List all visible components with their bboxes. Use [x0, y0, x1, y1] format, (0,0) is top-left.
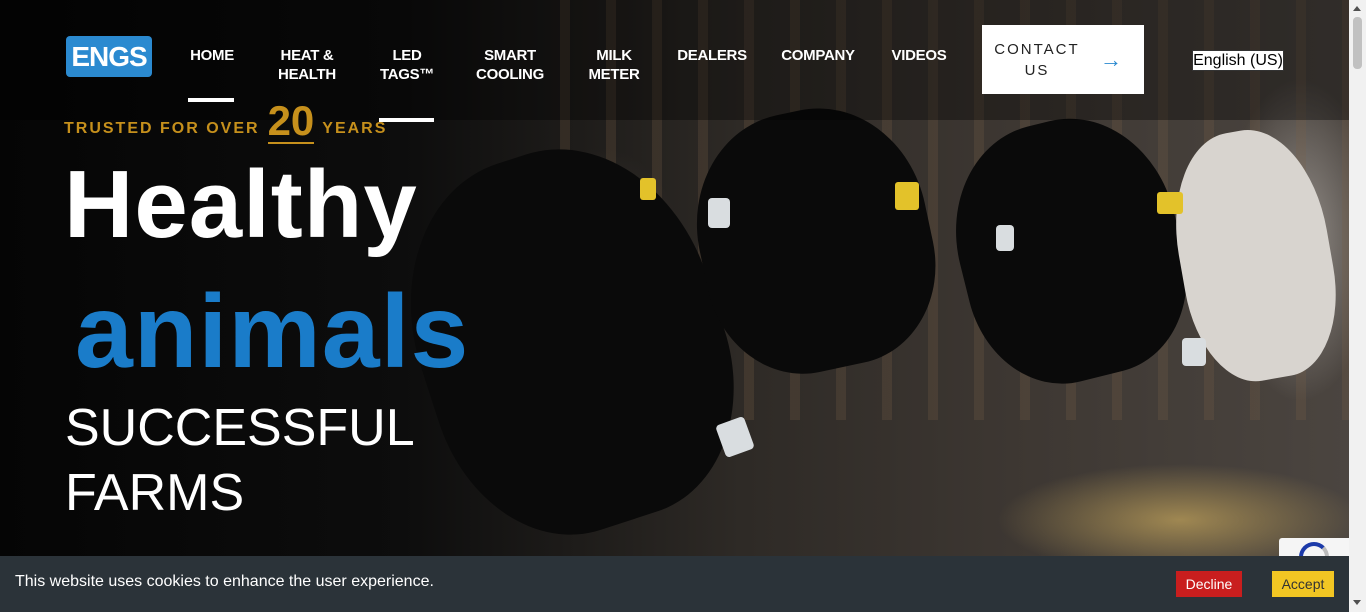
nav-item-label: HEAT & — [280, 47, 334, 64]
nav-item-milk-meter[interactable]: MILK METER — [584, 46, 644, 84]
cookie-banner: This website uses cookies to enhance the… — [0, 556, 1349, 612]
contact-us-button[interactable]: CONTACT US → — [982, 25, 1144, 94]
nav-item-label: COMPANY — [781, 47, 855, 64]
ear-tag-image — [1157, 192, 1183, 214]
nav-item-company[interactable]: COMPANY — [776, 46, 860, 65]
trusted-suffix: YEARS — [322, 120, 388, 137]
page-scrollbar[interactable] — [1349, 0, 1366, 612]
scrollbar-thumb[interactable] — [1353, 17, 1362, 69]
trusted-tagline: TRUSTED FOR OVER 20 YEARS — [64, 100, 387, 144]
hero-headline-healthy: Healthy — [64, 151, 418, 258]
nav-item-smart-cooling[interactable]: SMART COOLING — [472, 46, 548, 84]
nav-item-dealers[interactable]: DEALERS — [674, 46, 750, 65]
nav-item-label: LED — [392, 47, 422, 64]
ear-tag-image — [640, 178, 656, 200]
nav-item-home[interactable]: HOME — [184, 46, 240, 65]
nav-item-label: MILK — [596, 47, 632, 64]
nav-item-led-tags[interactable]: LED TAGS™ — [378, 46, 436, 84]
cookie-message: This website uses cookies to enhance the… — [15, 573, 434, 590]
nav-item-label: HEALTH — [278, 66, 336, 83]
nav-item-label: DEALERS — [677, 47, 747, 64]
hero-subhead-farms: FARMS — [65, 464, 245, 522]
language-selector[interactable]: English (US) — [1192, 50, 1284, 71]
ear-tag-image — [895, 182, 919, 210]
collar-tag-image — [708, 198, 730, 228]
trusted-years-number: 20 — [267, 97, 315, 144]
hero-subhead-successful: SUCCESSFUL — [65, 399, 415, 457]
nav-item-heat-health[interactable]: HEAT & HEALTH — [272, 46, 342, 84]
contact-us-line1: CONTACT — [994, 40, 1080, 58]
nav-item-label: VIDEOS — [891, 47, 947, 64]
nav-item-label: COOLING — [476, 66, 544, 83]
collar-tag-image — [1182, 338, 1206, 366]
decline-button[interactable]: Decline — [1176, 571, 1242, 597]
scroll-up-icon[interactable] — [1353, 6, 1361, 11]
nav-item-label: SMART — [484, 47, 536, 64]
scroll-down-icon[interactable] — [1353, 600, 1361, 605]
contact-us-line2: US — [1024, 61, 1050, 79]
nav-item-label: HOME — [190, 47, 234, 64]
collar-tag-image — [996, 225, 1014, 251]
nav-item-label: METER — [588, 66, 640, 83]
trusted-prefix: TRUSTED FOR OVER — [64, 120, 260, 137]
arrow-right-icon: → — [1100, 46, 1122, 72]
hero-headline-animals: animals — [75, 274, 470, 390]
nav-item-videos[interactable]: VIDEOS — [886, 46, 952, 65]
nav-item-label: TAGS™ — [379, 66, 435, 83]
contact-us-label: CONTACT US — [982, 39, 1092, 81]
accept-button[interactable]: Accept — [1272, 571, 1334, 597]
engs-logo[interactable]: ENGS — [66, 36, 152, 77]
recaptcha-badge[interactable] — [1279, 538, 1349, 572]
